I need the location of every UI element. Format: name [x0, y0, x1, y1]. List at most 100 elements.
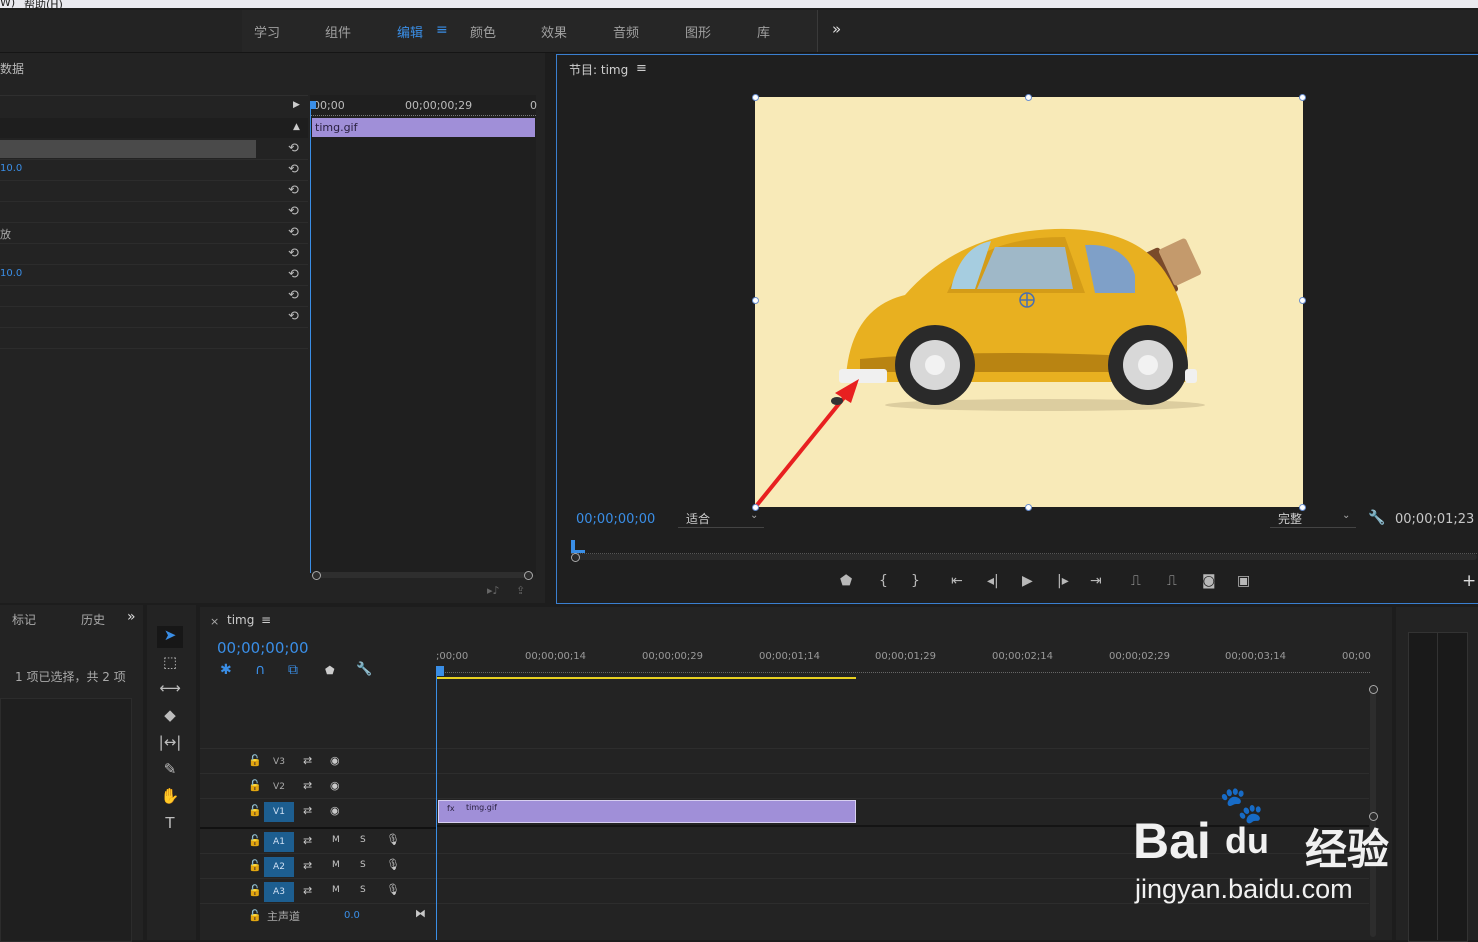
ripple-edit-tool-icon[interactable]: ⟷ [157, 679, 183, 701]
tab-history[interactable]: 历史 [81, 611, 105, 628]
playhead-handle[interactable] [310, 101, 316, 109]
close-icon[interactable]: × [210, 615, 219, 628]
transform-handle[interactable] [1299, 94, 1306, 101]
track-label[interactable]: A1 [264, 832, 294, 852]
pen-tool-icon[interactable]: ✎ [157, 760, 183, 782]
playhead[interactable] [310, 103, 311, 573]
slip-tool-icon[interactable]: |↔| [157, 733, 183, 755]
tab-effects[interactable]: 效果 [541, 22, 567, 41]
solo-button[interactable]: S [360, 835, 366, 845]
microphone-icon[interactable]: 🎙 [386, 858, 400, 871]
transform-handle[interactable] [752, 297, 759, 304]
reset-icon[interactable]: ⟲ [288, 246, 299, 261]
tab-color[interactable]: 颜色 [470, 22, 496, 41]
microphone-icon[interactable]: 🎙 [386, 883, 400, 896]
track-label[interactable]: V1 [264, 802, 294, 822]
lock-icon[interactable]: 🔓 [248, 834, 262, 847]
add-marker-icon[interactable]: ⬟ [325, 664, 335, 677]
playhead[interactable] [571, 540, 575, 550]
tab-audio[interactable]: 音频 [613, 22, 639, 41]
lock-icon[interactable]: 🔓 [248, 909, 262, 922]
hand-tool-icon[interactable]: ✋ [157, 787, 183, 809]
nest-icon[interactable]: ✱ [220, 662, 232, 678]
mute-button[interactable]: M [332, 885, 340, 895]
extract-icon[interactable]: ⎍ [1167, 573, 1177, 589]
monitor-scrollbar[interactable] [573, 554, 1477, 560]
linked-selection-icon[interactable]: ⧉ [288, 662, 298, 678]
property-value[interactable]: 10.0 [0, 268, 22, 279]
transform-handle[interactable] [1299, 297, 1306, 304]
wrench-icon[interactable]: 🔧 [1368, 510, 1385, 526]
snap-icon[interactable]: ∩ [255, 662, 265, 678]
quality-dropdown[interactable]: 完整 ⌄ [1270, 509, 1356, 528]
selection-tool-icon[interactable]: ➤ [157, 626, 183, 648]
play-only-icon[interactable]: ▶ [293, 100, 300, 110]
mute-button[interactable]: M [332, 835, 340, 845]
mark-in-icon[interactable]: { [879, 573, 888, 589]
reset-icon[interactable]: ⟲ [288, 267, 299, 282]
property-value[interactable]: 10.0 [0, 163, 22, 174]
menu-icon[interactable]: ≡ [436, 22, 448, 38]
clip-bar[interactable]: timg.gif [312, 118, 535, 137]
sync-icon[interactable]: ⇄ [303, 834, 312, 847]
tab-markers[interactable]: 标记 [12, 611, 36, 628]
work-area-bar[interactable] [436, 677, 856, 679]
razor-tool-icon[interactable]: ◆ [157, 706, 183, 728]
zoom-dropdown[interactable]: 适合 ⌄ [678, 509, 764, 528]
step-back-icon[interactable]: ◂| [987, 573, 999, 589]
eye-icon[interactable]: ◉ [330, 804, 340, 817]
monitor-ruler[interactable] [571, 539, 1477, 554]
sync-icon[interactable]: ⇄ [303, 779, 312, 792]
reset-icon[interactable]: ⟲ [288, 225, 299, 240]
menu-item-window[interactable]: W) [0, 0, 15, 9]
type-tool-icon[interactable]: T [157, 814, 183, 836]
more-workspaces-button[interactable]: » [832, 20, 841, 38]
sync-icon[interactable]: ⇄ [303, 804, 312, 817]
scroll-handle[interactable] [1369, 685, 1378, 694]
scroll-handle[interactable] [571, 553, 580, 562]
mark-out-icon[interactable]: } [911, 573, 920, 589]
step-forward-icon[interactable]: |▸ [1057, 573, 1069, 589]
zoom-scrollbar[interactable] [312, 572, 532, 578]
collapse-icon[interactable]: ▲ [293, 122, 300, 132]
sync-icon[interactable]: ⇄ [303, 859, 312, 872]
scroll-handle-left[interactable] [312, 571, 321, 580]
playhead[interactable] [436, 666, 437, 940]
reset-icon[interactable]: ⟲ [288, 162, 299, 177]
eye-icon[interactable]: ◉ [330, 754, 340, 767]
playhead-handle[interactable] [436, 666, 444, 676]
eye-icon[interactable]: ◉ [330, 779, 340, 792]
go-to-edit-icon[interactable]: ⧓ [415, 907, 426, 920]
scroll-handle-right[interactable] [524, 571, 533, 580]
mute-button[interactable]: M [332, 860, 340, 870]
reset-icon[interactable]: ⟲ [288, 141, 299, 156]
play-icon[interactable]: ▶ [1022, 573, 1033, 589]
lock-icon[interactable]: 🔓 [248, 804, 262, 817]
transform-handle[interactable] [1025, 504, 1032, 511]
lock-icon[interactable]: 🔓 [248, 859, 262, 872]
track-label[interactable]: V2 [264, 777, 294, 797]
camera-icon[interactable]: ◙ [1202, 573, 1216, 589]
timeline-ruler[interactable]: ;00;00 00;00;00;14 00;00;00;29 00;00;01;… [436, 647, 1371, 679]
compare-icon[interactable]: ▣ [1237, 573, 1250, 589]
go-to-out-icon[interactable]: ⇥ [1090, 573, 1102, 589]
sequence-tab[interactable]: timg [227, 613, 254, 627]
track-label[interactable]: V3 [264, 752, 294, 772]
transform-handle[interactable] [752, 94, 759, 101]
track-label[interactable]: A2 [264, 857, 294, 877]
lock-icon[interactable]: 🔓 [248, 779, 262, 792]
video-frame[interactable] [755, 97, 1303, 507]
panel-menu-icon[interactable]: ≡ [261, 613, 271, 627]
reset-icon[interactable]: ⟲ [288, 288, 299, 303]
lock-icon[interactable]: 🔓 [248, 754, 262, 767]
solo-button[interactable]: S [360, 860, 366, 870]
video-clip[interactable]: fx timg.gif [438, 800, 856, 823]
track-label[interactable]: A3 [264, 882, 294, 902]
current-timecode[interactable]: 00;00;00;00 [576, 512, 655, 527]
project-list[interactable] [0, 698, 132, 942]
master-volume[interactable]: 0.0 [344, 910, 360, 921]
go-to-in-icon[interactable]: ⇤ [951, 573, 963, 589]
add-button[interactable]: + [1462, 571, 1476, 591]
transform-handle[interactable] [1025, 94, 1032, 101]
sync-icon[interactable]: ⇄ [303, 754, 312, 767]
